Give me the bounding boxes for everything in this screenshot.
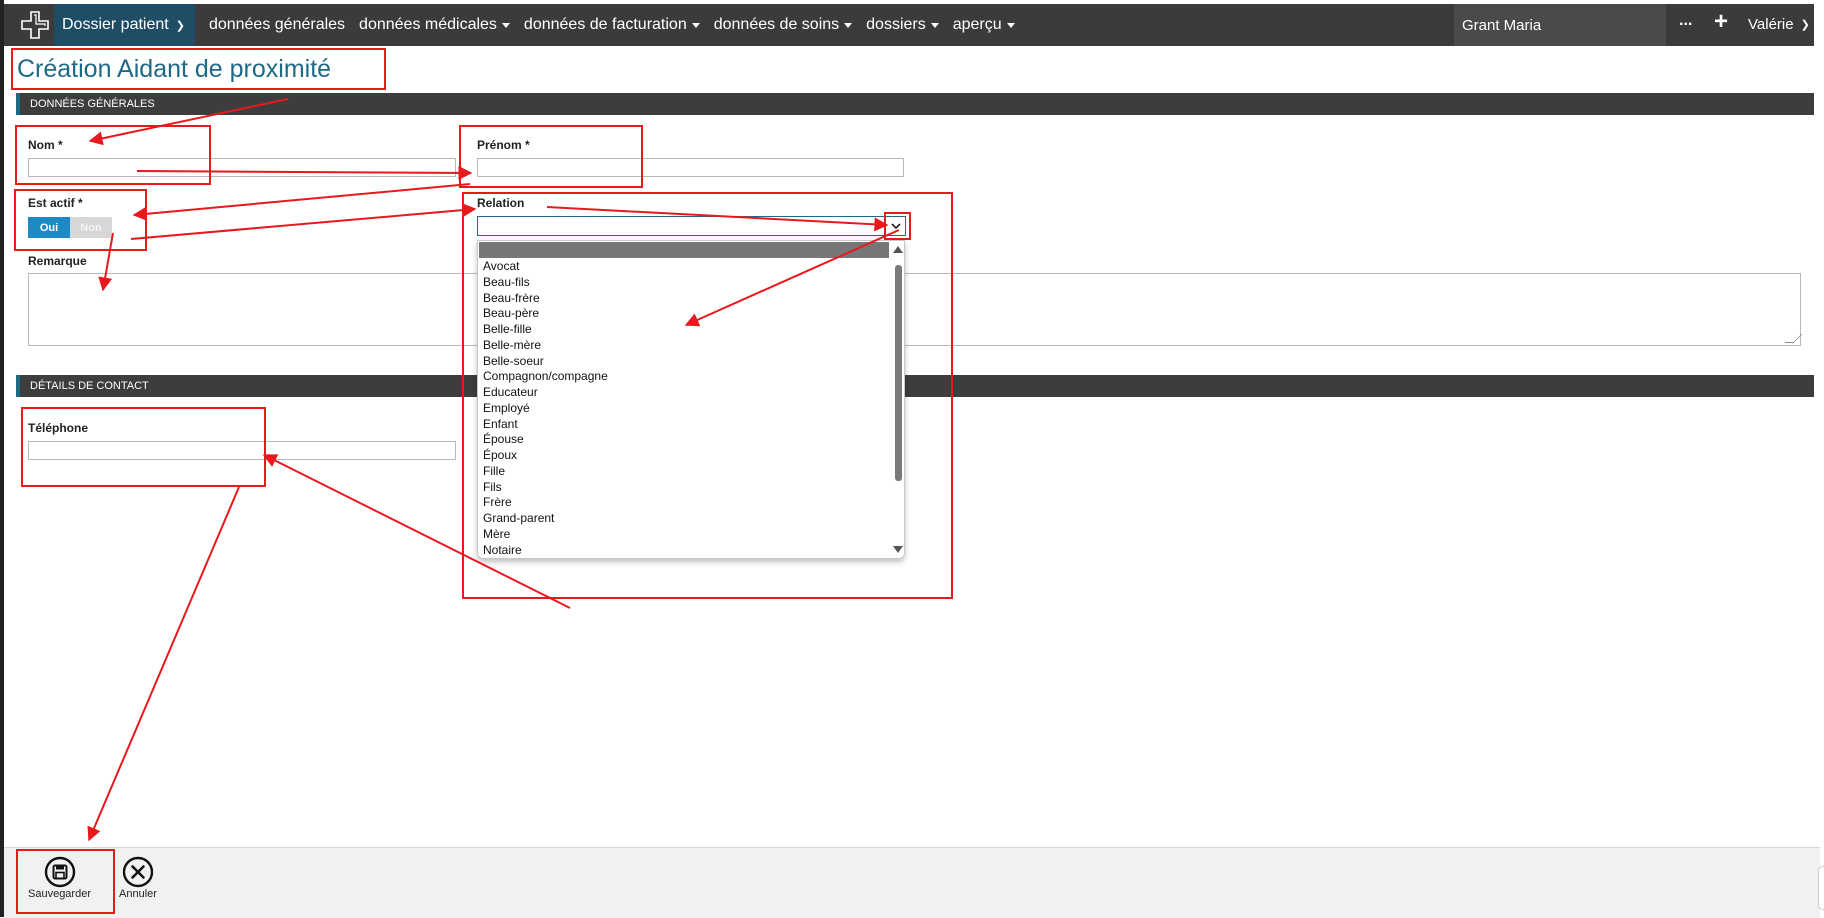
side-panel-tab[interactable] — [1818, 866, 1824, 910]
scrollbar-thumb[interactable] — [895, 265, 902, 481]
window-edge — [0, 0, 4, 917]
cancel-button[interactable]: Annuler — [119, 856, 157, 900]
relation-dropdown-list[interactable]: Avocat Beau-fils Beau-frère Beau-père Belle-… — [477, 240, 905, 559]
save-button[interactable]: Sauvegarder — [28, 856, 91, 900]
dropdown-option[interactable]: Belle-fille — [483, 322, 608, 338]
scroll-down-icon[interactable] — [893, 546, 903, 553]
nom-label: Nom * — [28, 138, 63, 152]
dropdown-option[interactable]: Avocat — [483, 259, 608, 275]
est-actif-label: Est actif * — [28, 196, 83, 210]
dropdown-option[interactable]: Educateur — [483, 385, 608, 401]
nav-label: données médicales — [359, 16, 497, 33]
nom-input[interactable] — [28, 158, 456, 177]
more-menu-button[interactable]: ... — [1679, 12, 1692, 30]
nav-apercu[interactable]: aperçu — [953, 16, 1015, 34]
dropdown-option[interactable]: Beau-fils — [483, 275, 608, 291]
chevron-down-icon[interactable] — [889, 219, 903, 233]
patient-name: Grant Maria — [1462, 16, 1542, 34]
dropdown-option[interactable]: Beau-père — [483, 306, 608, 322]
prenom-label: Prénom * — [477, 138, 530, 152]
caret-down-icon — [501, 22, 510, 28]
dropdown-option[interactable]: Grand-parent — [483, 511, 608, 527]
chevron-down-icon: ❯ — [175, 19, 185, 32]
nav-donnees-generales[interactable]: données générales — [209, 16, 345, 34]
scroll-up-icon[interactable] — [893, 246, 903, 253]
page-title: Création Aidant de proximité — [17, 55, 332, 83]
telephone-label: Téléphone — [28, 421, 89, 435]
remarque-textarea[interactable] — [28, 273, 1803, 346]
patient-selector[interactable]: Grant Maria — [1454, 4, 1666, 46]
dropdown-option[interactable]: Employé — [483, 401, 608, 417]
est-actif-toggle[interactable]: Oui Non — [28, 217, 112, 238]
dropdown-option[interactable]: Fille — [483, 464, 608, 480]
section-general-header: DONNÉES GÉNÉRALES — [16, 93, 1814, 115]
dropdown-option[interactable]: Belle-soeur — [483, 354, 608, 370]
dropdown-option[interactable]: Frère — [483, 495, 608, 511]
nav-label: données générales — [208, 16, 346, 33]
annotation-arrow — [132, 183, 471, 221]
add-button[interactable]: + — [1714, 8, 1728, 36]
dropdown-option[interactable]: Époux — [483, 448, 608, 464]
toggle-non[interactable]: Non — [70, 217, 112, 238]
dropdown-option[interactable]: Fils — [483, 480, 608, 496]
dropdown-option[interactable]: Compagnon/compagne — [483, 369, 608, 385]
user-name: Valérie — [1748, 16, 1794, 33]
save-icon — [44, 856, 75, 888]
save-label: Sauvegarder — [28, 888, 91, 900]
nav-donnees-medicales[interactable]: données médicales — [359, 16, 510, 34]
action-bar: Sauvegarder Annuler — [4, 847, 1820, 918]
relation-select[interactable] — [477, 216, 906, 236]
caret-down-icon — [930, 22, 939, 28]
nav-label: données de facturation — [523, 16, 687, 33]
dropdown-option[interactable]: Beau-frère — [483, 291, 608, 307]
app-logo-icon[interactable] — [16, 4, 54, 46]
cancel-icon — [122, 856, 154, 888]
dropdown-option[interactable]: Belle-mère — [483, 338, 608, 354]
top-navigation: Dossier patient ❯ données générales donn… — [4, 4, 1814, 46]
nav-label: données de soins — [713, 16, 840, 33]
prenom-input[interactable] — [477, 158, 904, 177]
dropdown-scrollbar[interactable] — [892, 241, 904, 558]
caret-down-icon — [844, 22, 853, 28]
cancel-label: Annuler — [119, 888, 157, 900]
nav-dossier-patient-label: Dossier patient — [62, 16, 169, 33]
nav-dossier-patient[interactable]: Dossier patient ❯ — [54, 4, 195, 46]
relation-label: Relation — [477, 196, 525, 210]
chevron-down-icon: ❯ — [1800, 19, 1810, 31]
nav-dossiers[interactable]: dossiers — [866, 16, 939, 34]
caret-down-icon — [1006, 22, 1015, 28]
caret-down-icon — [691, 22, 700, 28]
nav-label: aperçu — [952, 16, 1002, 33]
remarque-label: Remarque — [28, 254, 87, 268]
telephone-input[interactable] — [28, 441, 456, 460]
nav-label: dossiers — [866, 16, 926, 33]
user-menu[interactable]: Valérie ❯ — [1748, 16, 1810, 33]
annotation-box — [459, 125, 643, 188]
dropdown-option[interactable]: Enfant — [483, 417, 608, 433]
dropdown-options: Avocat Beau-fils Beau-frère Beau-père Belle-… — [483, 259, 608, 558]
annotation-arrow — [87, 486, 240, 842]
toggle-oui[interactable]: Oui — [28, 217, 70, 238]
annotation-arrow — [130, 203, 477, 240]
nav-donnees-soins[interactable]: données de soins — [713, 16, 853, 34]
dropdown-option[interactable]: Épouse — [483, 432, 608, 448]
nav-donnees-facturation[interactable]: données de facturation — [524, 16, 700, 34]
dropdown-option[interactable]: Mère — [483, 527, 608, 543]
dropdown-empty-option[interactable] — [479, 242, 889, 258]
dropdown-option[interactable]: Notaire — [483, 543, 608, 559]
resize-grip-icon[interactable] — [1784, 334, 1803, 343]
section-contact-header: DÉTAILS DE CONTACT — [16, 375, 1814, 397]
